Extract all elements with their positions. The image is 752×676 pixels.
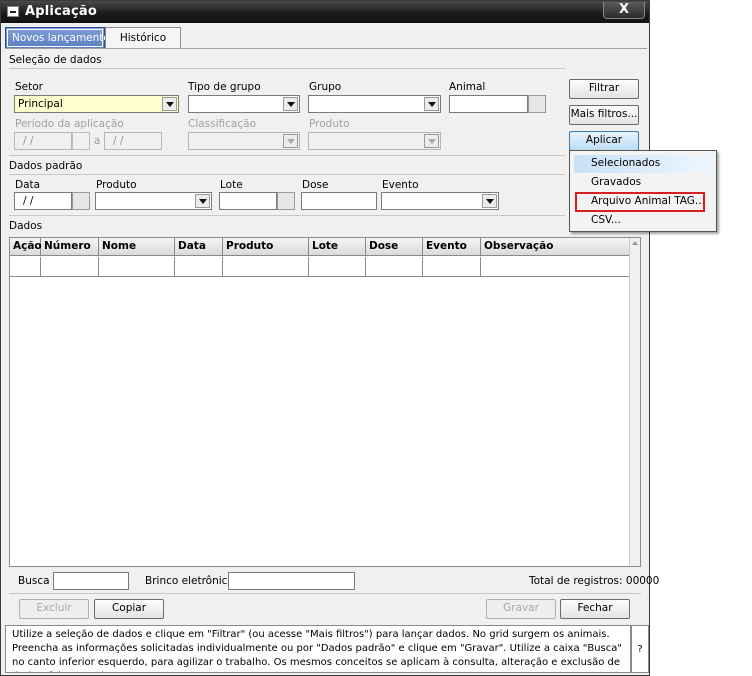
produto-filter-select[interactable]	[308, 132, 441, 150]
periodo-de-input[interactable]: / /	[14, 132, 72, 150]
menu-item-arquivo-animal-tag[interactable]: Arquivo Animal TAG...	[575, 192, 705, 212]
setor-label: Setor	[15, 81, 43, 93]
data-input[interactable]: / /	[14, 192, 72, 210]
col-produto[interactable]: Produto	[223, 238, 309, 256]
copiar-button[interactable]: Copiar	[94, 599, 164, 619]
data-calendar-button[interactable]	[72, 192, 90, 210]
footer-rule	[9, 593, 641, 594]
tab-novos-lancamentos[interactable]: Novos lançamentos	[5, 27, 115, 49]
dados-padrao-header: Dados padrão	[9, 160, 83, 172]
col-data[interactable]: Data	[175, 238, 223, 256]
help-question-button[interactable]: ?	[631, 625, 649, 673]
evento-label: Evento	[382, 179, 419, 191]
excluir-button[interactable]: Excluir	[19, 599, 89, 619]
chevron-down-icon[interactable]	[482, 194, 497, 208]
mais-filtros-button[interactable]: Mais filtros...	[569, 105, 639, 125]
fechar-button[interactable]: Fechar	[560, 599, 630, 619]
table-row[interactable]	[10, 257, 630, 277]
busca-input[interactable]	[53, 572, 129, 590]
setor-select[interactable]: Principal	[14, 95, 179, 113]
periodo-ate-input[interactable]: / /	[104, 132, 162, 150]
produto-label: Produto	[96, 179, 137, 191]
animal-input[interactable]	[449, 95, 528, 113]
dose-label: Dose	[302, 179, 329, 191]
tab-divider	[5, 48, 647, 49]
chevron-down-icon[interactable]	[283, 97, 298, 111]
dados-padrao-rule	[9, 174, 565, 175]
col-nome[interactable]: Nome	[99, 238, 175, 256]
periodo-separator: a	[94, 135, 101, 147]
window-menu-icon[interactable]	[7, 6, 19, 17]
chevron-down-icon[interactable]	[195, 194, 210, 208]
col-lote[interactable]: Lote	[309, 238, 366, 256]
evento-select[interactable]	[381, 192, 499, 210]
help-text: Utilize a seleção de dados e clique em "…	[5, 625, 631, 673]
aplicar-menu: Selecionados Gravados Arquivo Animal TAG…	[569, 150, 717, 232]
periodo-de-calendar-button[interactable]	[72, 132, 90, 150]
lote-input[interactable]	[219, 192, 277, 210]
window-title: Aplicação	[25, 4, 97, 19]
dados-header: Dados	[9, 220, 43, 232]
brinco-label: Brinco eletrônico	[145, 575, 234, 587]
aplicar-button[interactable]: Aplicar	[569, 131, 639, 151]
produto-select[interactable]	[95, 192, 212, 210]
chevron-down-icon[interactable]	[424, 134, 439, 148]
menu-item-gravados[interactable]: Gravados	[574, 174, 712, 192]
total-registros: Total de registros: 00000	[529, 575, 660, 587]
close-button[interactable]: X	[603, 2, 645, 19]
data-label: Data	[15, 179, 41, 191]
title-bar[interactable]: Aplicação X	[1, 1, 649, 23]
lote-label: Lote	[220, 179, 243, 191]
animal-label: Animal	[449, 81, 486, 93]
selecao-rule	[9, 68, 565, 69]
grupo-select[interactable]	[308, 95, 441, 113]
produto-filter-label: Produto	[309, 118, 350, 130]
classificacao-label: Classificação	[188, 118, 256, 130]
filtrar-button[interactable]: Filtrar	[569, 79, 639, 99]
tab-historico[interactable]: Histórico	[105, 27, 181, 49]
tipo-grupo-select[interactable]	[188, 95, 300, 113]
scroll-up-icon[interactable]	[632, 241, 638, 245]
col-observacao[interactable]: Observação	[481, 238, 630, 256]
selecao-header: Seleção de dados	[9, 54, 102, 66]
periodo-label: Período da aplicação	[15, 118, 124, 130]
col-dose[interactable]: Dose	[366, 238, 423, 256]
menu-item-selecionados[interactable]: Selecionados	[574, 155, 712, 173]
brinco-input[interactable]	[228, 572, 355, 590]
animal-lookup-button[interactable]	[528, 95, 546, 113]
chevron-down-icon[interactable]	[162, 97, 177, 111]
lote-lookup-button[interactable]	[277, 192, 295, 210]
col-evento[interactable]: Evento	[423, 238, 481, 256]
data-grid[interactable]: Ação Número Nome Data Produto Lote Dose …	[9, 237, 641, 567]
grid-header: Ação Número Nome Data Produto Lote Dose …	[10, 238, 630, 256]
classificacao-select[interactable]	[188, 132, 300, 150]
dados-padrao-top-rule	[9, 155, 565, 156]
menu-item-csv[interactable]: CSV...	[574, 212, 712, 230]
dados-top-rule	[9, 215, 565, 216]
grupo-label: Grupo	[309, 81, 342, 93]
chevron-down-icon[interactable]	[424, 97, 439, 111]
application-window: Aplicação X Novos lançamentos Histórico …	[0, 0, 659, 676]
tipo-grupo-label: Tipo de grupo	[188, 81, 261, 93]
col-acao[interactable]: Ação	[10, 238, 42, 256]
grid-vertical-scrollbar[interactable]	[629, 238, 640, 566]
dose-input[interactable]	[301, 192, 377, 210]
setor-value: Principal	[18, 98, 63, 110]
chevron-down-icon[interactable]	[283, 134, 298, 148]
gravar-button[interactable]: Gravar	[486, 599, 556, 619]
col-numero[interactable]: Número	[41, 238, 99, 256]
busca-label: Busca	[18, 575, 50, 587]
